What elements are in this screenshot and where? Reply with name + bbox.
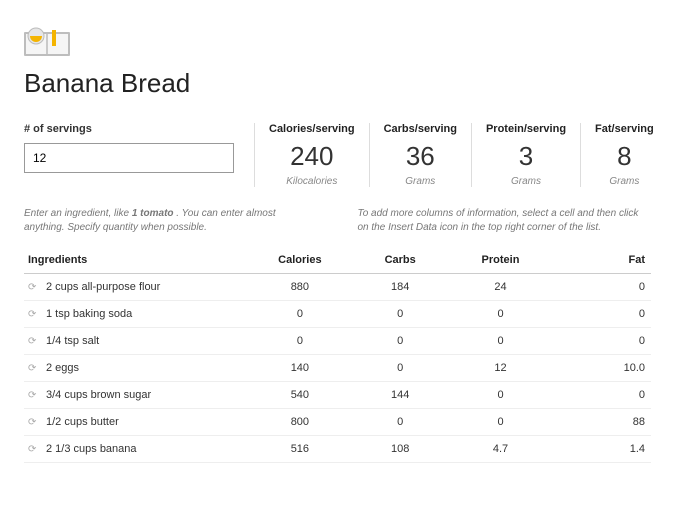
cell-carbs[interactable]: 184 [350, 274, 450, 301]
col-protein: Protein [450, 247, 550, 274]
hint-right: To add more columns of information, sele… [358, 207, 652, 235]
cell-protein[interactable]: 4.7 [450, 436, 550, 463]
table-row[interactable]: ⟳1/4 tsp salt0000 [24, 328, 651, 355]
table-row[interactable]: ⟳ 2 cups all-purpose flour 880184240 [24, 274, 651, 301]
table-row[interactable]: ⟳ 2 1/3 cups banana 5161084.71.4 [24, 436, 651, 463]
cell-calories[interactable]: 516 [250, 436, 350, 463]
cell-ingredient[interactable]: ⟳ 2 1/3 cups banana [24, 436, 250, 463]
cell-carbs[interactable]: 0 [350, 328, 450, 355]
table-row[interactable]: ⟳1/2 cups butter8000088 [24, 409, 651, 436]
hint-text: Enter an ingredient, like [24, 208, 132, 219]
cell-fat[interactable]: 0 [551, 328, 651, 355]
stat-value: 240 [269, 141, 355, 172]
cell-carbs[interactable]: 144 [350, 382, 450, 409]
recipe-title: Banana Bread [24, 68, 651, 99]
stat-label: Protein/serving [486, 123, 566, 135]
stat-label: Carbs/serving [384, 123, 457, 135]
cell-ingredient[interactable]: ⟳ 2 eggs [24, 355, 250, 382]
stat-value: 8 [595, 141, 654, 172]
stat-calories: Calories/serving 240 Kilocalories [254, 123, 369, 187]
cell-calories[interactable]: 540 [250, 382, 350, 409]
cell-calories[interactable]: 880 [250, 274, 350, 301]
stat-unit: Kilocalories [269, 176, 355, 187]
cell-fat[interactable]: 88 [551, 409, 651, 436]
cell-fat[interactable]: 10.0 [551, 355, 651, 382]
col-carbs: Carbs [350, 247, 450, 274]
stat-label: Fat/serving [595, 123, 654, 135]
cell-fat[interactable]: 0 [551, 301, 651, 328]
ingredient-name: 1/2 cups butter [46, 416, 119, 428]
cell-ingredient[interactable]: ⟳ 1/4 tsp salt [24, 328, 250, 355]
hint-left: Enter an ingredient, like 1 tomato . You… [24, 207, 318, 235]
col-ingredients: Ingredients [24, 247, 250, 274]
hints-row: Enter an ingredient, like 1 tomato . You… [24, 207, 651, 235]
cell-fat[interactable]: 1.4 [551, 436, 651, 463]
stat-unit: Grams [384, 176, 457, 187]
table-row[interactable]: ⟳ 2 eggs 14001210.0 [24, 355, 651, 382]
cell-carbs[interactable]: 0 [350, 301, 450, 328]
cell-protein[interactable]: 0 [450, 382, 550, 409]
cell-ingredient[interactable]: ⟳ 3/4 cups brown sugar [24, 382, 250, 409]
cell-protein[interactable]: 0 [450, 301, 550, 328]
cell-protein[interactable]: 0 [450, 409, 550, 436]
table-row[interactable]: ⟳1 tsp baking soda0000 [24, 301, 651, 328]
food-item-icon: ⟳ [28, 444, 40, 455]
hint-bold: 1 tomato [132, 208, 174, 219]
table-row[interactable]: ⟳3/4 cups brown sugar54014400 [24, 382, 651, 409]
food-item-icon: ⟳ [28, 417, 40, 428]
stat-unit: Grams [595, 176, 654, 187]
food-item-icon: ⟳ [28, 309, 40, 320]
cell-calories[interactable]: 0 [250, 301, 350, 328]
cell-ingredient[interactable]: ⟳ 1/2 cups butter [24, 409, 250, 436]
cell-ingredient[interactable]: ⟳ 2 cups all-purpose flour [24, 274, 250, 301]
recipe-book-icon [24, 22, 70, 58]
servings-input[interactable] [24, 143, 234, 173]
cell-carbs[interactable]: 0 [350, 355, 450, 382]
servings-label: # of servings [24, 123, 234, 135]
ingredient-name: 3/4 cups brown sugar [46, 389, 151, 401]
stat-carbs: Carbs/serving 36 Grams [369, 123, 471, 187]
food-item-icon: ⟳ [28, 363, 40, 374]
col-fat: Fat [551, 247, 651, 274]
food-item-icon: ⟳ [28, 282, 40, 293]
cell-carbs[interactable]: 108 [350, 436, 450, 463]
cell-protein[interactable]: 12 [450, 355, 550, 382]
cell-protein[interactable]: 24 [450, 274, 550, 301]
ingredient-name: 1 tsp baking soda [46, 308, 132, 320]
ingredients-table[interactable]: Ingredients Calories Carbs Protein Fat ⟳… [24, 247, 651, 463]
ingredient-name: 1/4 tsp salt [46, 335, 99, 347]
cell-fat[interactable]: 0 [551, 382, 651, 409]
ingredient-name: 2 cups all-purpose flour [46, 281, 160, 293]
cell-fat[interactable]: 0 [551, 274, 651, 301]
food-item-icon: ⟳ [28, 336, 40, 347]
cell-calories[interactable]: 800 [250, 409, 350, 436]
cell-protein[interactable]: 0 [450, 328, 550, 355]
stat-protein: Protein/serving 3 Grams [471, 123, 580, 187]
ingredient-name: 2 1/3 cups banana [46, 443, 137, 455]
food-item-icon: ⟳ [28, 390, 40, 401]
stat-label: Calories/serving [269, 123, 355, 135]
ingredient-name: 2 eggs [46, 362, 79, 374]
table-header-row: Ingredients Calories Carbs Protein Fat [24, 247, 651, 274]
stat-value: 3 [486, 141, 566, 172]
cell-carbs[interactable]: 0 [350, 409, 450, 436]
stat-value: 36 [384, 141, 457, 172]
summary-row: # of servings Calories/serving 240 Kiloc… [24, 123, 651, 187]
cell-calories[interactable]: 140 [250, 355, 350, 382]
stat-unit: Grams [486, 176, 566, 187]
cell-ingredient[interactable]: ⟳ 1 tsp baking soda [24, 301, 250, 328]
cell-calories[interactable]: 0 [250, 328, 350, 355]
col-calories: Calories [250, 247, 350, 274]
stat-fat: Fat/serving 8 Grams [580, 123, 668, 187]
